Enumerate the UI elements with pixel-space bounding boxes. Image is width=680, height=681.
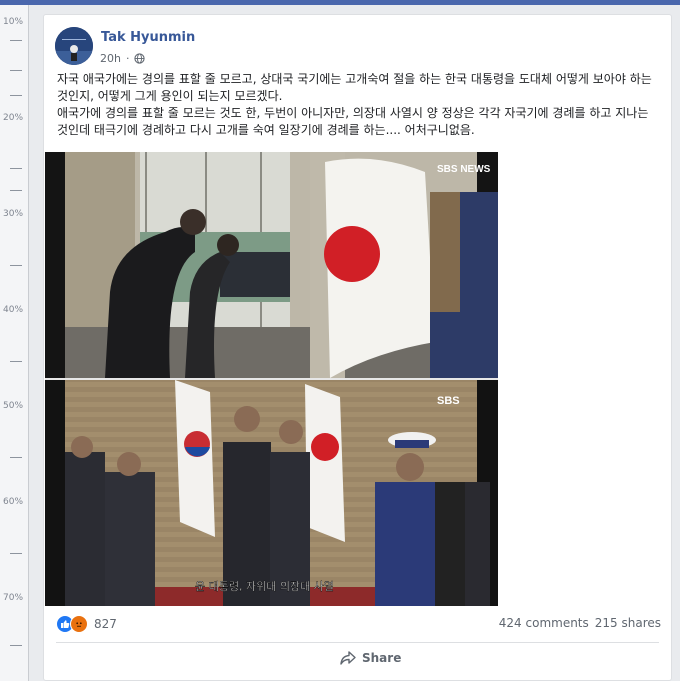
video-caption: 윤 대통령, 자위대 의장대 사열 (195, 580, 334, 593)
globe-icon (134, 53, 146, 64)
reaction-summary[interactable]: 827 (56, 615, 117, 633)
reaction-count: 827 (94, 617, 117, 631)
shares-count[interactable]: 215 shares (595, 616, 661, 630)
ruler-label: 20% (3, 113, 24, 123)
comments-count[interactable]: 424 comments (499, 616, 589, 630)
angry-icon (70, 615, 88, 633)
ruler-label: 40% (3, 305, 24, 315)
ruler-label: 30% (3, 209, 24, 219)
ruler-label: 50% (3, 401, 24, 411)
post-text: 자국 애국가에는 경의를 표할 줄 모르고, 상대국 국기에는 고개숙여 절을 … (57, 72, 652, 137)
ruler-label: 10% (3, 17, 24, 27)
share-icon (340, 651, 356, 665)
ruler-label: 70% (3, 593, 24, 603)
divider (56, 642, 659, 643)
post-photo[interactable]: SBS NEWS SBS 윤 대통령, 자위대 의장대 사열 (45, 152, 498, 606)
sbs-watermark: SBS (437, 395, 460, 407)
sbs-watermark: SBS NEWS (437, 164, 491, 175)
author-name[interactable]: Tak Hyunmin (101, 30, 195, 45)
browser-top-bar (0, 0, 680, 5)
share-label: Share (362, 651, 402, 665)
share-button[interactable]: Share (340, 651, 401, 665)
avatar[interactable] (55, 27, 93, 65)
post-time[interactable]: 20h (100, 52, 121, 65)
engagement-counts: 424 comments 215 shares (499, 616, 661, 630)
ruler-label: 60% (3, 497, 24, 507)
post-meta: 20h · (100, 52, 146, 65)
post-card: Tak Hyunmin 20h · 자국 애국가에는 경의를 표할 줄 모르고,… (43, 14, 672, 681)
page-ruler: 10% 20% 30% 40% 50% 60% 70% (0, 5, 29, 681)
